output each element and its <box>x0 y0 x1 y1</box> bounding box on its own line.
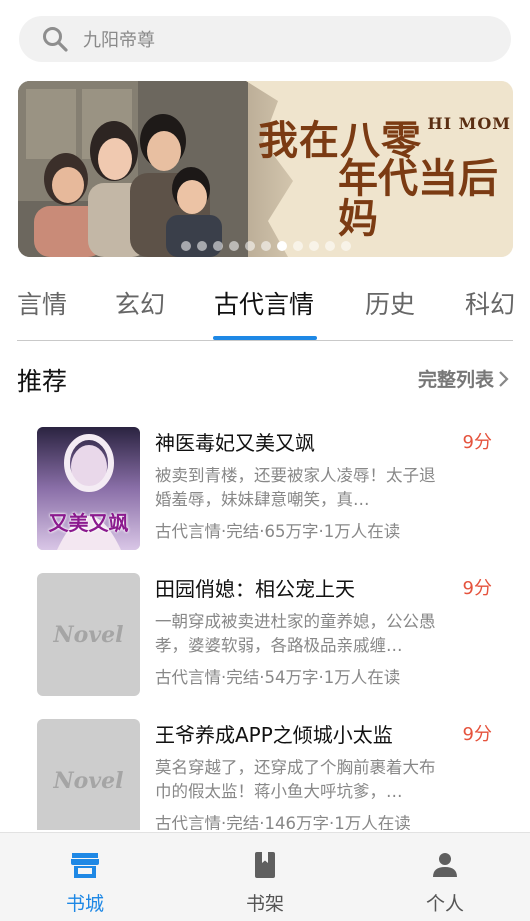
bookshelf-icon <box>255 852 275 878</box>
cover-placeholder-text: Novel <box>53 621 124 648</box>
cover-placeholder-text: Novel <box>53 767 124 794</box>
book-item[interactable]: Novel 王爷养成APP之倾城小太监 9分 莫名穿越了，还穿成了个胸前裹着大布… <box>22 704 508 830</box>
bottom-nav: 书城 书架 个人 <box>0 832 530 921</box>
person-icon <box>433 853 457 877</box>
pager-dot[interactable] <box>324 241 335 251</box>
tab-lishi[interactable]: 历史 <box>365 285 415 321</box>
banner-subtitle: HI MOM <box>427 114 511 133</box>
book-meta: 古代言情·完结·54万字·1万人在读 <box>155 668 401 687</box>
book-cover-placeholder: Novel <box>37 719 140 830</box>
book-title: 神医毒妃又美又飒 <box>155 431 315 455</box>
pager-dot[interactable] <box>276 241 287 251</box>
book-score: 9分 <box>462 578 492 599</box>
pager-dot[interactable] <box>196 241 207 251</box>
book-cover: 又美又飒 <box>37 427 140 550</box>
book-item[interactable]: 又美又飒 神医毒妃又美又飒 9分 被卖到青楼，还要被家人凌辱！太子退婚羞辱，妹妹… <box>22 412 508 552</box>
book-title: 王爷养成APP之倾城小太监 <box>155 723 393 747</box>
book-description: 一朝穿成被卖进杜家的童养媳，公公愚孝，婆婆软弱，各路极品亲戚缠… <box>155 612 436 655</box>
tab-kehuan[interactable]: 科幻 <box>465 285 515 321</box>
book-title: 田园俏媳：相公宠上天 <box>155 577 355 601</box>
book-score: 9分 <box>462 432 492 453</box>
book-list: 又美又飒 神医毒妃又美又飒 9分 被卖到青楼，还要被家人凌辱！太子退婚羞辱，妹妹… <box>22 412 508 830</box>
search-icon <box>43 27 68 52</box>
tab-gudai-yanqing[interactable]: 古代言情 <box>214 285 314 321</box>
book-score: 9分 <box>462 724 492 745</box>
section-title: 推荐 <box>17 367 68 396</box>
nav-label: 书架 <box>245 893 284 915</box>
book-item[interactable]: Novel 田园俏媳：相公宠上天 9分 一朝穿成被卖进杜家的童养媳，公公愚孝，婆… <box>22 558 508 698</box>
book-description: 被卖到青楼，还要被家人凌辱！太子退婚羞辱，妹妹肆意嘲笑，真… <box>155 466 436 509</box>
pager-dot[interactable] <box>212 241 223 251</box>
tabs-divider <box>17 340 513 341</box>
pager-dot[interactable] <box>308 241 319 251</box>
pager-dot[interactable] <box>228 241 239 251</box>
pager-dot[interactable] <box>244 241 255 251</box>
pager-dot[interactable] <box>180 241 191 251</box>
category-tabs: 言情 玄幻 古代言情 历史 科幻 <box>0 285 530 341</box>
nav-label: 个人 <box>425 893 464 915</box>
pager-dot[interactable] <box>292 241 303 251</box>
tab-xuanhuan[interactable]: 玄幻 <box>115 285 165 321</box>
search-bar[interactable]: 九阳帝尊 <box>19 16 511 62</box>
promo-banner[interactable]: 我在八零 年代当后妈 HI MOM <box>18 81 513 257</box>
book-description: 莫名穿越了，还穿成了个胸前裹着大布巾的假太监！蒋小鱼大呼坑爹，… <box>155 758 436 801</box>
full-list-link[interactable]: 完整列表 <box>418 365 510 392</box>
tab-yanqing[interactable]: 言情 <box>17 285 67 321</box>
banner-title-line2: 年代当后妈 <box>338 155 498 242</box>
nav-bookshelf[interactable]: 书架 <box>200 833 330 921</box>
book-cover-placeholder: Novel <box>37 573 140 696</box>
book-cover-title: 又美又飒 <box>48 511 129 535</box>
nav-bookstore[interactable]: 书城 <box>20 833 150 921</box>
book-meta: 古代言情·完结·146万字·1万人在读 <box>155 814 411 830</box>
chevron-right-icon <box>499 370 509 387</box>
banner-pager <box>18 241 513 251</box>
store-icon <box>71 853 99 878</box>
full-list-label: 完整列表 <box>417 369 494 391</box>
pager-dot[interactable] <box>260 241 271 251</box>
pager-dot[interactable] <box>340 241 351 251</box>
book-meta: 古代言情·完结·65万字·1万人在读 <box>155 522 401 541</box>
search-placeholder: 九阳帝尊 <box>83 30 155 51</box>
nav-label: 书城 <box>65 893 104 915</box>
nav-profile[interactable]: 个人 <box>380 833 510 921</box>
